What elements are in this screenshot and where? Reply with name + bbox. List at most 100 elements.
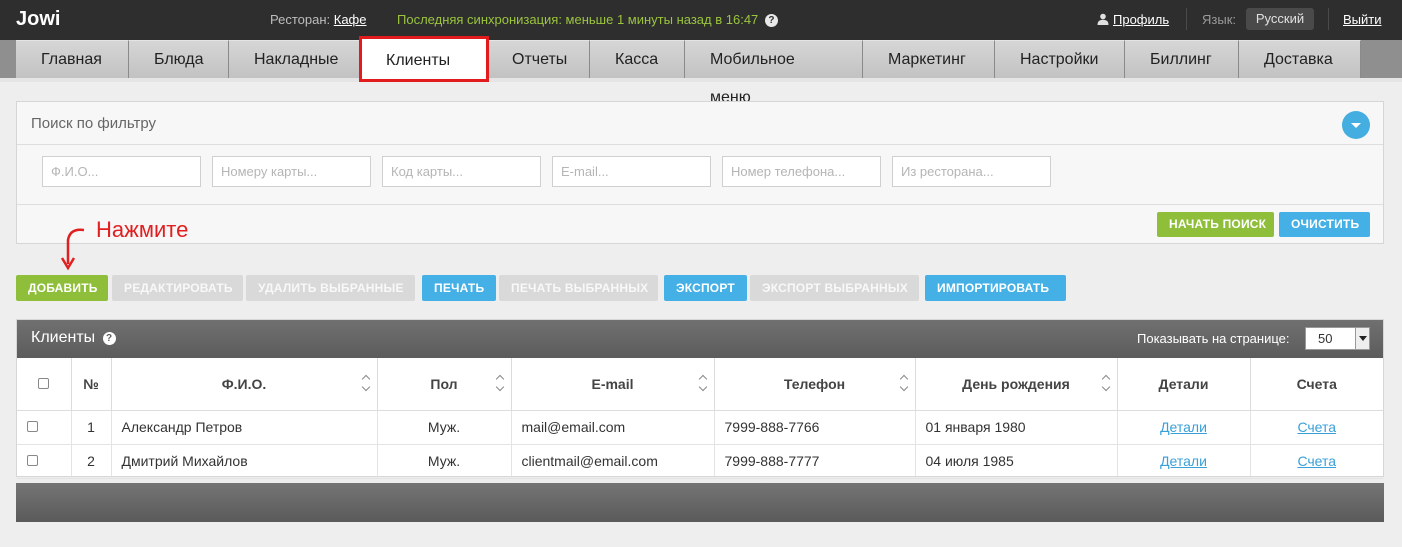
details-cell: Детали — [1117, 444, 1251, 479]
select-all-checkbox[interactable] — [38, 377, 50, 389]
nav-item-billing[interactable]: Биллинг — [1125, 40, 1239, 78]
accounts-link[interactable]: Счета — [1297, 419, 1336, 435]
row-number: 2 — [71, 444, 112, 479]
per-page-select[interactable]: 50 — [1305, 327, 1370, 350]
filter-title: Поиск по фильтру — [31, 115, 157, 132]
column-header-email-label: E-mail — [591, 375, 634, 392]
nav-item-clients[interactable]: Клиенты — [359, 36, 489, 82]
nav-item-mobile-menu[interactable]: Мобильное меню — [685, 40, 863, 106]
column-header-phone[interactable]: Телефон — [714, 358, 916, 411]
restaurant-link[interactable]: Кафе — [334, 12, 367, 27]
table-header-bar: Клиенты ? Показывать на странице: 50 — [17, 320, 1383, 358]
language-label: Язык: — [1202, 12, 1236, 27]
sort-icon[interactable] — [901, 376, 909, 392]
nav-item-settings[interactable]: Настройки — [995, 40, 1125, 78]
select-all-header[interactable] — [17, 358, 72, 411]
accounts-link[interactable]: Счета — [1297, 453, 1336, 469]
card-code-field[interactable]: Код карты... — [382, 156, 541, 187]
table-header-row: № Ф.И.О. Пол E-mail Телефон День рождени… — [17, 358, 1383, 411]
delete-selected-button[interactable]: Удалить выбранные — [246, 275, 415, 301]
sort-icon[interactable] — [1103, 376, 1111, 392]
sync-status: Последняя синхронизация: меньше 1 минуты… — [397, 12, 778, 27]
print-button[interactable]: Печать — [422, 275, 496, 301]
nav-item-cashdesk[interactable]: Касса — [590, 40, 685, 78]
row-checkbox[interactable] — [27, 455, 38, 466]
table-row[interactable]: 2 Дмитрий Михайлов Муж. clientmail@email… — [17, 444, 1383, 479]
client-birthday: 01 января 1980 — [915, 410, 1118, 445]
profile-link[interactable]: Профиль — [1097, 12, 1169, 27]
card-number-field[interactable]: Номеру карты... — [212, 156, 371, 187]
filter-panel: Поиск по фильтру Ф.И.О... Номеру карты..… — [16, 101, 1384, 244]
import-button[interactable]: Импортировать — [925, 275, 1066, 301]
clear-button[interactable]: Очистить — [1279, 212, 1370, 237]
start-search-button[interactable]: Начать поиск — [1157, 212, 1274, 237]
name-field[interactable]: Ф.И.О... — [42, 156, 201, 187]
clients-table-panel: Клиенты ? Показывать на странице: 50 № Ф… — [16, 319, 1384, 479]
row-checkbox[interactable] — [27, 421, 38, 432]
nav-item-marketing[interactable]: Маркетинг — [863, 40, 995, 78]
export-button[interactable]: Экспорт — [664, 275, 747, 301]
nav-item-reports[interactable]: Отчеты — [487, 40, 590, 78]
column-header-email[interactable]: E-mail — [511, 358, 715, 411]
column-header-birthday-label: День рождения — [962, 375, 1070, 392]
client-phone: 7999-888-7777 — [714, 444, 916, 479]
table-row[interactable]: 1 Александр Петров Муж. mail@email.com 7… — [17, 410, 1383, 445]
profile-label[interactable]: Профиль — [1113, 12, 1169, 27]
client-gender: Муж. — [377, 410, 512, 445]
row-number: 1 — [71, 410, 112, 445]
export-selected-button[interactable]: Экспорт выбранных — [750, 275, 919, 301]
row-select-cell[interactable] — [17, 444, 72, 479]
sort-icon[interactable] — [700, 376, 708, 392]
per-page-label: Показывать на странице: — [1137, 331, 1290, 346]
app-logo[interactable]: Jowi — [16, 8, 60, 31]
nav-item-home[interactable]: Главная — [16, 40, 129, 78]
column-header-name[interactable]: Ф.И.О. — [111, 358, 378, 411]
column-header-gender[interactable]: Пол — [377, 358, 512, 411]
divider — [17, 144, 1383, 145]
add-button[interactable]: Добавить — [16, 275, 108, 301]
sort-icon[interactable] — [497, 376, 505, 392]
clients-table: № Ф.И.О. Пол E-mail Телефон День рождени… — [17, 358, 1383, 479]
phone-field[interactable]: Номер телефона... — [722, 156, 881, 187]
language-select[interactable]: Русский — [1246, 8, 1314, 30]
client-gender: Муж. — [377, 444, 512, 479]
details-link[interactable]: Детали — [1160, 453, 1207, 469]
client-name: Дмитрий Михайлов — [111, 444, 378, 479]
client-name: Александр Петров — [111, 410, 378, 445]
restaurant-label: Ресторан: — [270, 12, 331, 27]
client-phone: 7999-888-7766 — [714, 410, 916, 445]
client-email: clientmail@email.com — [511, 444, 715, 479]
column-header-accounts: Счета — [1250, 358, 1383, 411]
divider — [1186, 8, 1187, 30]
help-icon[interactable]: ? — [102, 332, 116, 345]
main-nav: Главная Блюда Накладные Клиенты Отчеты К… — [0, 36, 1402, 106]
details-link[interactable]: Детали — [1160, 419, 1207, 435]
chevron-down-icon[interactable] — [1355, 328, 1369, 349]
sort-icon[interactable] — [363, 376, 371, 392]
column-header-gender-label: Пол — [430, 375, 458, 392]
arrow-icon — [60, 228, 85, 271]
nav-item-invoices[interactable]: Накладные — [229, 40, 361, 78]
table-title: Клиенты ? — [31, 329, 116, 347]
logout-link[interactable]: Выйти — [1343, 12, 1382, 27]
nav-item-dishes[interactable]: Блюда — [129, 40, 229, 78]
help-icon[interactable]: ? — [764, 14, 778, 27]
chevron-down-icon[interactable] — [1342, 111, 1370, 139]
top-bar: Jowi Ресторан: Кафе Последняя синхрониза… — [0, 0, 1402, 40]
user-icon — [1097, 13, 1109, 25]
print-selected-button[interactable]: Печать выбранных — [499, 275, 658, 301]
sync-text: Последняя синхронизация: меньше 1 минуты… — [397, 12, 759, 27]
edit-button[interactable]: Редактировать — [112, 275, 243, 301]
restaurant-field[interactable]: Из ресторана... — [892, 156, 1051, 187]
accounts-cell: Счета — [1250, 410, 1383, 445]
table-title-text: Клиенты — [31, 329, 96, 346]
column-header-num: № — [71, 358, 112, 411]
email-field[interactable]: E-mail... — [552, 156, 711, 187]
accounts-cell: Счета — [1250, 444, 1383, 479]
nav-item-delivery[interactable]: Доставка — [1239, 40, 1361, 78]
column-header-name-label: Ф.И.О. — [221, 375, 267, 392]
details-cell: Детали — [1117, 410, 1251, 445]
divider — [17, 204, 1383, 205]
row-select-cell[interactable] — [17, 410, 72, 445]
column-header-birthday[interactable]: День рождения — [915, 358, 1118, 411]
